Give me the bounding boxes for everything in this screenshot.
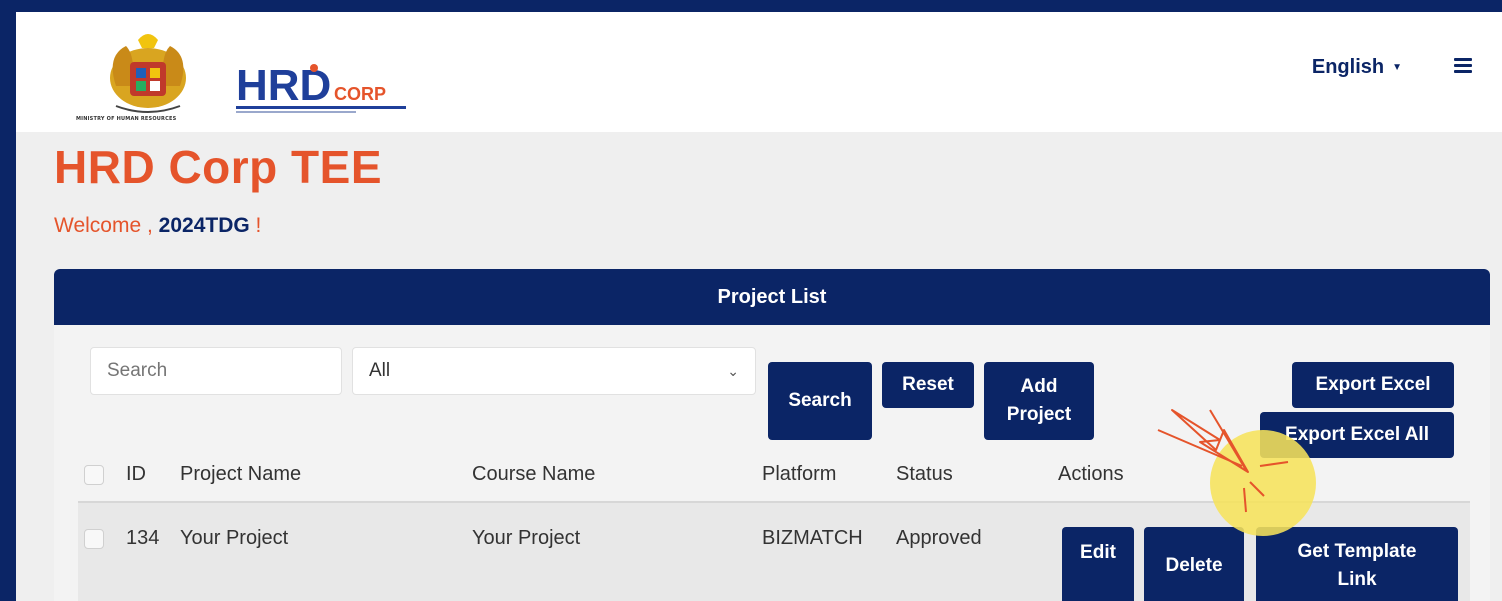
column-header-course-name[interactable]: Course Name (472, 463, 595, 486)
filter-select-value: All (369, 360, 391, 381)
project-list-panel: Project List All ⌄ Search Reset Add Proj… (54, 269, 1490, 601)
cell-project-name: Your Project (180, 527, 289, 549)
hamburger-menu-icon[interactable] (1454, 58, 1472, 74)
export-excel-all-button[interactable]: Export Excel All (1260, 412, 1454, 458)
username: 2024TDG (158, 214, 250, 237)
select-all-checkbox[interactable] (84, 465, 104, 485)
column-header-project-name[interactable]: Project Name (180, 463, 301, 486)
crest-logo-icon (110, 34, 186, 113)
welcome-suffix: ! (249, 214, 262, 237)
search-input[interactable] (90, 347, 342, 395)
welcome-prefix: Welcome , (54, 214, 159, 237)
reset-button[interactable]: Reset (882, 362, 974, 408)
export-excel-button[interactable]: Export Excel (1292, 362, 1454, 408)
ministry-crest-logo: MINISTRY OF HUMAN RESOURCES (76, 26, 226, 126)
cell-id: 134 (126, 527, 160, 549)
delete-button[interactable]: Delete (1144, 527, 1244, 601)
ministry-label: MINISTRY OF HUMAN RESOURCES (76, 116, 177, 122)
chevron-down-icon: ⌄ (727, 362, 739, 379)
language-label: English (1311, 56, 1385, 78)
column-header-platform[interactable]: Platform (762, 463, 836, 486)
column-header-id[interactable]: ID (126, 463, 146, 486)
hrd-corp-logo: HRD CORP (234, 58, 409, 118)
page-title: HRD Corp TEE (54, 141, 382, 193)
filter-select[interactable]: All ⌄ (352, 347, 756, 395)
top-navbar: MINISTRY OF HUMAN RESOURCES HRD CORP Eng… (16, 12, 1502, 132)
get-template-link-button[interactable]: Get Template Link (1256, 527, 1458, 601)
search-button[interactable]: Search (768, 362, 872, 440)
edit-button[interactable]: Edit (1062, 527, 1134, 601)
cell-platform: BIZMATCH (762, 527, 863, 549)
cell-status: Approved (896, 527, 982, 549)
add-project-button[interactable]: Add Project (984, 362, 1094, 440)
column-header-status[interactable]: Status (896, 463, 953, 486)
project-list-header: Project List (54, 269, 1490, 325)
brand-sub-text: CORP (334, 84, 386, 104)
app-frame: MINISTRY OF HUMAN RESOURCES HRD CORP Eng… (16, 12, 1502, 601)
row-checkbox[interactable] (84, 529, 104, 549)
hrd-corp-logo-icon: HRD CORP (236, 61, 406, 113)
cell-course-name: Your Project (472, 527, 581, 549)
language-selector[interactable]: English ▼ (1312, 56, 1402, 79)
welcome-message: Welcome , 2024TDG ! (54, 214, 261, 238)
caret-down-icon: ▼ (1392, 62, 1402, 73)
column-header-actions: Actions (1058, 463, 1124, 485)
